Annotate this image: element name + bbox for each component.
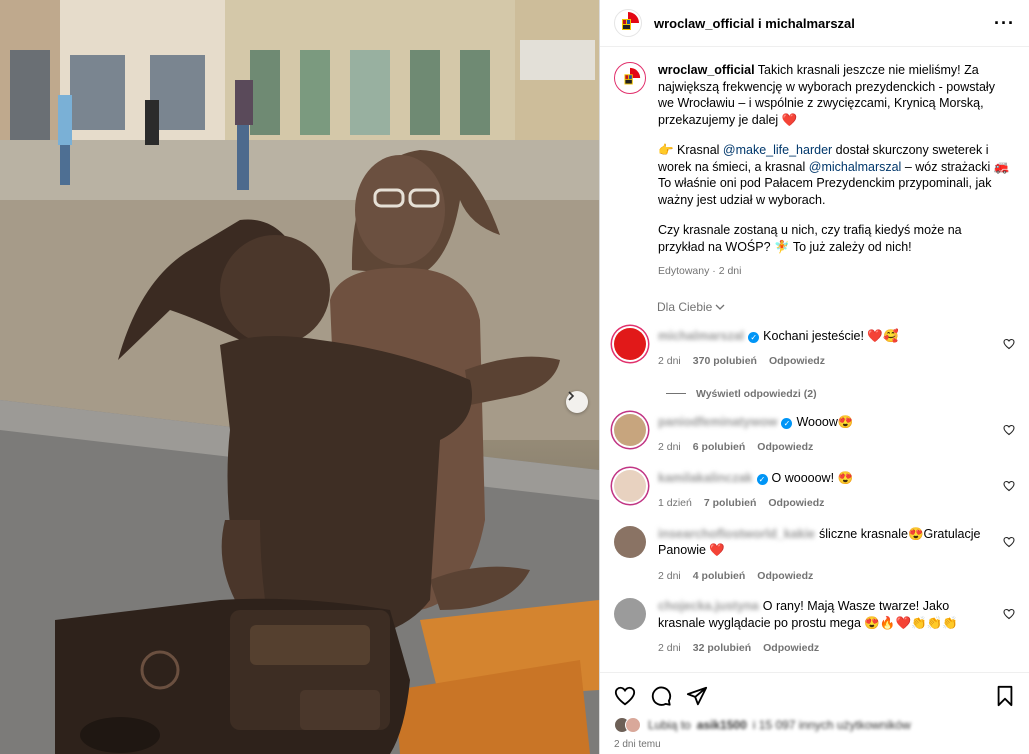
- sort-label: Dla Ciebie: [657, 299, 713, 314]
- mention-make-life-harder[interactable]: @make_life_harder: [723, 143, 832, 157]
- comment-meta: 1 dzień 7 polubień Odpowiedz: [658, 495, 994, 512]
- next-photo-button[interactable]: [566, 391, 588, 413]
- comment-like-heart-icon[interactable]: [1003, 338, 1015, 350]
- comment-likes-count[interactable]: 7 polubień: [704, 495, 757, 512]
- comment-text: O woooow! 😍: [771, 470, 854, 485]
- comment-username[interactable]: chojecka.justyna: [658, 599, 759, 613]
- comment-likes-count[interactable]: 4 polubień: [693, 568, 746, 585]
- comment-age: 2 dni: [658, 355, 681, 367]
- comment-text: Kochani jesteście! ❤️🥰: [763, 328, 899, 343]
- comment-reply-button[interactable]: Odpowiedz: [769, 353, 825, 370]
- comment-body: chojecka.justyna O rany! Mają Wasze twarz…: [658, 598, 994, 657]
- post-actions-bar: Lubią to asik1500 i 15 097 innych użytko…: [600, 672, 1029, 754]
- liker-avatar: [625, 717, 641, 733]
- mention-michalmarszal[interactable]: @michalmarszal: [809, 160, 902, 174]
- comment-age: 2 dni: [658, 642, 681, 654]
- verified-icon: ✓: [756, 473, 768, 485]
- post-header: wroclaw_official i michalmarszal ···: [600, 0, 1029, 47]
- comment-body: paniodfeminatywow ✓ Wooow😍 2 dni 6 polubień O…: [658, 414, 994, 456]
- verified-icon: ✓: [748, 331, 760, 343]
- liker-avatars: [614, 717, 641, 733]
- comment-username[interactable]: michalmarszal: [658, 329, 744, 343]
- comment-like-heart-icon[interactable]: [1003, 608, 1015, 620]
- wroclaw-logo-icon: [616, 11, 640, 35]
- comments-scroll-area[interactable]: wroclaw_official Takich krasnali jeszcze…: [600, 48, 1029, 671]
- comment-text: Wooow😍: [796, 414, 854, 429]
- verified-icon: ✓: [781, 417, 793, 429]
- comment-reply-button[interactable]: Odpowiedz: [768, 495, 824, 512]
- comments-list: michalmarszal ✓ Kochani jesteście! ❤️🥰 2 dn…: [614, 327, 1015, 657]
- caption-p2-a: 👉 Krasnal: [658, 143, 723, 157]
- caption-author[interactable]: wroclaw_official: [658, 63, 755, 77]
- bookmark-icon[interactable]: [995, 685, 1015, 707]
- post-side-panel: wroclaw_official i michalmarszal ··· wro…: [599, 0, 1029, 754]
- comment-reply-button[interactable]: Odpowiedz: [757, 439, 813, 456]
- comment-item: insearchoflostworld_kakie śliczne krasnal…: [614, 525, 1015, 585]
- author-link[interactable]: wroclaw_official: [654, 16, 754, 31]
- likes-rest[interactable]: i 15 097 innych użytkowników: [753, 718, 911, 732]
- chevron-right-icon: [568, 391, 575, 401]
- comment-avatar[interactable]: [614, 598, 646, 630]
- action-icons: [600, 673, 1029, 707]
- comment-likes-count[interactable]: 32 polubień: [693, 640, 751, 657]
- gnome-statues-photo: [0, 0, 599, 754]
- likes-prefix: Lubią to: [648, 718, 691, 732]
- comment-like-heart-icon[interactable]: [1003, 424, 1015, 436]
- comment-age: 2 dni: [658, 569, 681, 582]
- view-replies-button[interactable]: Wyświetl odpowiedzi (2): [666, 388, 1015, 400]
- likes-user[interactable]: asik1500: [697, 718, 747, 732]
- comment-avatar[interactable]: [614, 413, 646, 446]
- comment-meta: 2 dni 4 polubień Odpowiedz: [658, 568, 994, 585]
- post-author-names: wroclaw_official i michalmarszal: [654, 16, 855, 31]
- comment-reply-button[interactable]: Odpowiedz: [757, 568, 813, 585]
- comment-avatar[interactable]: [614, 469, 646, 502]
- comment-body: insearchoflostworld_kakie śliczne krasnal…: [658, 526, 994, 585]
- comment-body: kamilakalinczak ✓ O woooow! 😍 1 dzień 7 polu…: [658, 470, 994, 512]
- comment-meta: 2 dni 370 polubień Odpowiedz: [658, 353, 994, 370]
- posted-time: 2 dni temu: [614, 739, 661, 750]
- caption-paragraph-3: Czy krasnale zostaną u nich, czy trafią …: [658, 223, 962, 254]
- more-options-button[interactable]: ···: [994, 13, 1015, 34]
- comment-meta: 2 dni 32 polubień Odpowiedz: [658, 640, 994, 657]
- comment-avatar[interactable]: [614, 327, 646, 360]
- comment-item: paniodfeminatywow ✓ Wooow😍 2 dni 6 polubień O…: [614, 413, 1015, 456]
- comment-icon[interactable]: [650, 685, 672, 707]
- post-modal: wroclaw_official i michalmarszal ··· wro…: [0, 0, 1029, 754]
- comment-body: michalmarszal ✓ Kochani jesteście! ❤️🥰 2 dn…: [658, 328, 994, 370]
- wroclaw-logo-icon: [624, 67, 641, 85]
- comment-like-heart-icon[interactable]: [1003, 480, 1015, 492]
- caption-edited-meta: Edytowany · 2 dni: [658, 265, 742, 277]
- comment-likes-count[interactable]: 370 polubień: [693, 353, 757, 370]
- comment-username[interactable]: paniodfeminatywow: [658, 415, 777, 429]
- likes-summary[interactable]: Lubią to asik1500 i 15 097 innych użytko…: [600, 707, 1029, 733]
- comment-age: 2 dni: [658, 441, 681, 453]
- comment-username[interactable]: insearchoflostworld_kakie: [658, 527, 815, 541]
- caption-text: wroclaw_official Takich krasnali jeszcze…: [658, 62, 1011, 280]
- post-photo: [0, 0, 599, 754]
- replies-divider: [666, 393, 686, 394]
- comment-item: chojecka.justyna O rany! Mają Wasze twarz…: [614, 598, 1015, 657]
- comment-reply-button[interactable]: Odpowiedz: [763, 640, 819, 657]
- heart-icon[interactable]: [614, 685, 636, 707]
- account-avatar[interactable]: [614, 9, 642, 37]
- comment-item: kamilakalinczak ✓ O woooow! 😍 1 dzień 7 polu…: [614, 469, 1015, 512]
- author-connector: i: [758, 15, 762, 31]
- caption-avatar[interactable]: [614, 62, 646, 94]
- comment-likes-count[interactable]: 6 polubień: [693, 439, 746, 456]
- collaborator-link[interactable]: michalmarszal: [765, 16, 855, 31]
- comment-like-heart-icon[interactable]: [1003, 536, 1015, 548]
- share-icon[interactable]: [686, 685, 708, 707]
- comment-sort-dropdown[interactable]: Dla Ciebie: [657, 300, 1015, 314]
- chevron-down-icon: [715, 304, 725, 310]
- comment-avatar[interactable]: [614, 525, 646, 558]
- comment-username[interactable]: kamilakalinczak: [658, 471, 753, 485]
- comment-item: michalmarszal ✓ Kochani jesteście! ❤️🥰 2 dn…: [614, 327, 1015, 370]
- view-replies-label: Wyświetl odpowiedzi (2): [696, 387, 817, 400]
- post-caption: wroclaw_official Takich krasnali jeszcze…: [614, 62, 1015, 280]
- comment-age: 1 dzień: [658, 497, 692, 509]
- comment-meta: 2 dni 6 polubień Odpowiedz: [658, 439, 994, 456]
- more-icon: ···: [994, 12, 1015, 33]
